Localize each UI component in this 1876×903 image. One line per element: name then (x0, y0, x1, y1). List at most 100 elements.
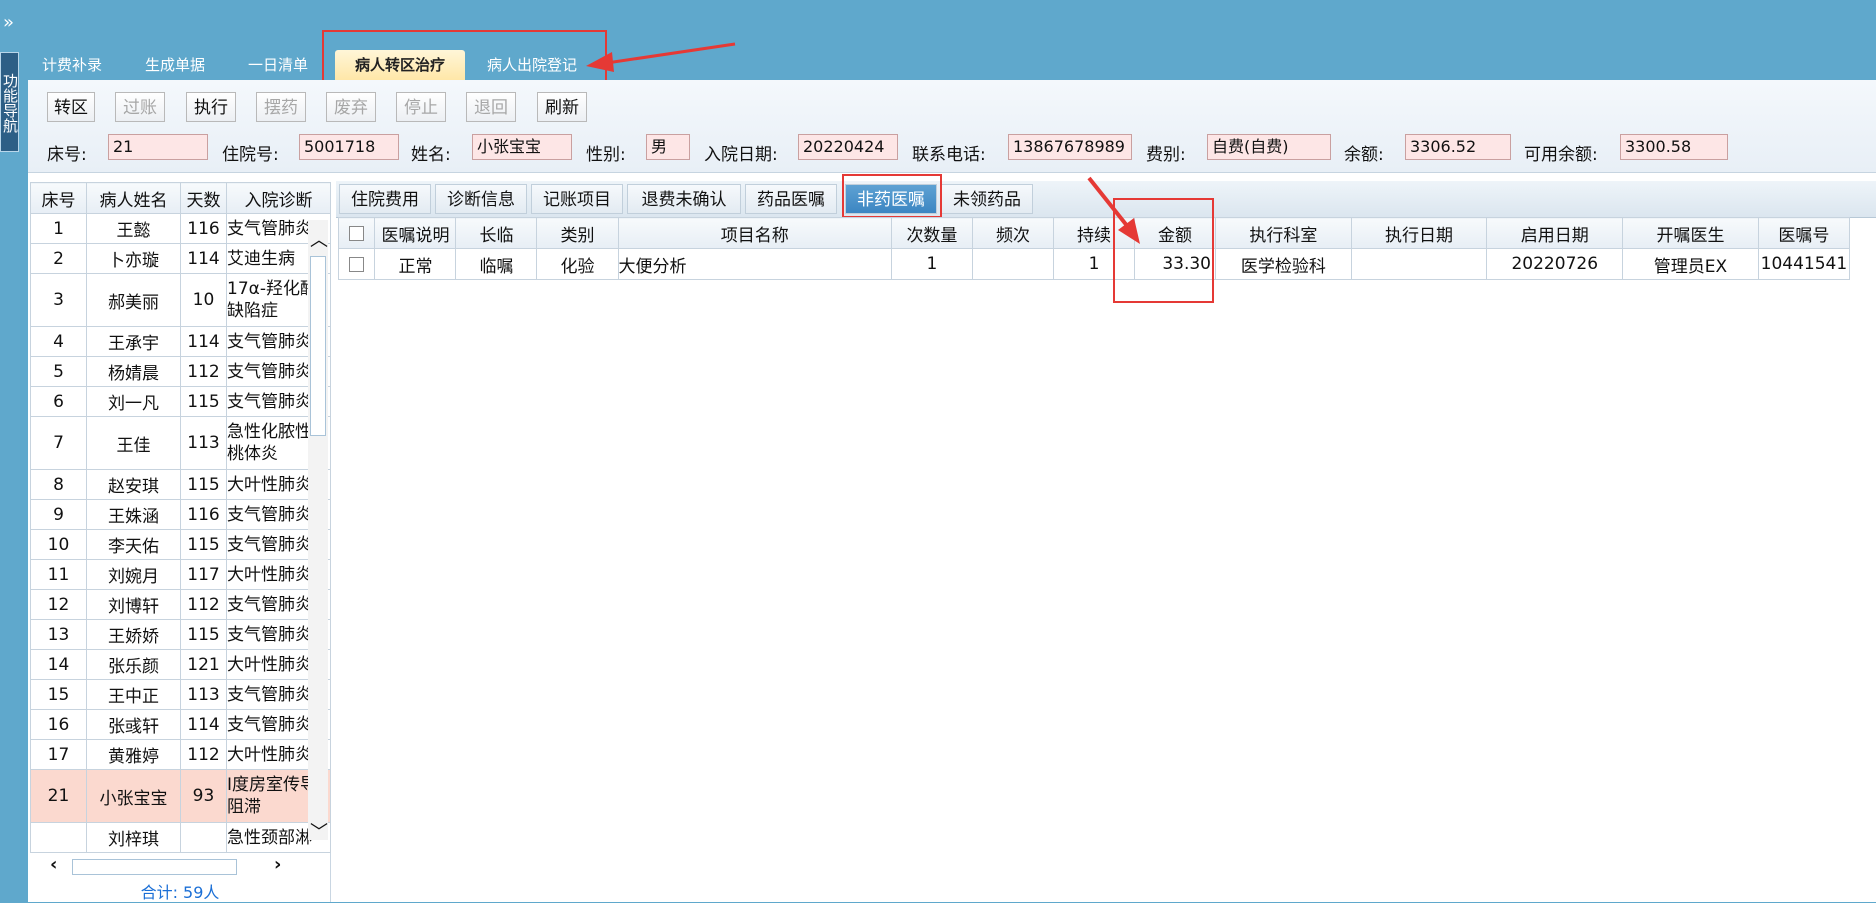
patient-row[interactable]: 6 刘一凡 115 支气管肺炎 (30, 386, 331, 417)
col-exec-dept[interactable]: 执行科室 (1215, 217, 1352, 249)
select-all-checkbox[interactable] (337, 217, 376, 249)
col-exec-date[interactable]: 执行日期 (1350, 217, 1488, 249)
admit-date-field[interactable]: 20220424 (798, 134, 898, 160)
return-button[interactable]: 退回 (466, 92, 516, 122)
patient-row[interactable]: 17 黄雅婷 112 大叶性肺炎 (30, 739, 331, 770)
patient-name-cell: 郝美丽 (86, 273, 181, 327)
patient-row[interactable]: 刘梓琪 急性颈部淋 (30, 822, 331, 853)
patient-row[interactable]: 1 王懿 116 支气管肺炎 (30, 213, 331, 244)
tab-unclaimed-drugs[interactable]: 未领药品 (941, 184, 1033, 214)
days-cell: 93 (180, 769, 227, 823)
transfer-button[interactable]: 转区 (47, 92, 95, 122)
bed-cell: 10 (30, 529, 87, 560)
bed-label: 床号: (47, 145, 87, 165)
patient-row[interactable]: 16 张彧轩 114 支气管肺炎 (30, 709, 331, 740)
patient-name-cell: 张乐颜 (86, 649, 181, 680)
phone-label: 联系电话: (912, 145, 986, 165)
name-field[interactable]: 小张宝宝 (472, 134, 572, 160)
tab-billing-supplement[interactable]: 计费补录 (42, 52, 102, 78)
patient-list-hscroll-thumb[interactable] (72, 859, 237, 875)
table-row[interactable]: 正常 临嘱 化验 大便分析 1 1 33.30 医学检验科 20220726 管… (337, 248, 1851, 280)
bed-cell: 3 (30, 273, 87, 327)
scroll-down-icon[interactable]: ﹀ (310, 818, 328, 844)
orders-panel: 医嘱说明 长临 类别 项目名称 次数量 频次 持续 金额 执行科室 执行日期 启… (337, 217, 1851, 280)
patient-row[interactable]: 11 刘婉月 117 大叶性肺炎 (30, 559, 331, 590)
patient-list-vscroll-thumb[interactable] (310, 256, 326, 436)
patient-row[interactable]: 13 王娇娇 115 支气管肺炎 (30, 619, 331, 650)
tab-drug-orders[interactable]: 药品医嘱 (745, 184, 837, 214)
stop-button[interactable]: 停止 (396, 92, 446, 122)
balance-label: 余额: (1344, 145, 1384, 165)
admit-date-label: 入院日期: (704, 145, 778, 165)
tab-inpatient-fees[interactable]: 住院费用 (339, 184, 431, 214)
balance-field[interactable]: 3306.52 (1405, 134, 1511, 160)
phone-field[interactable]: 13867678989 (1008, 134, 1132, 160)
tab-generate-documents[interactable]: 生成单据 (145, 52, 205, 78)
col-patient-name[interactable]: 病人姓名 (86, 182, 181, 214)
category-cell: 化验 (536, 248, 619, 280)
patient-name-cell: 王中正 (86, 679, 181, 710)
patient-name-cell: 刘博轩 (86, 589, 181, 620)
days-cell: 112 (180, 589, 227, 620)
tab-refund-unconfirmed[interactable]: 退费未确认 (627, 184, 741, 214)
col-order-no[interactable]: 医嘱号 (1757, 217, 1851, 249)
discard-button[interactable]: 废弃 (326, 92, 376, 122)
col-order-desc[interactable]: 医嘱说明 (374, 217, 457, 249)
patient-row[interactable]: 2 卜亦璇 114 艾迪生病 (30, 243, 331, 274)
tab-accounting-items[interactable]: 记账项目 (531, 184, 623, 214)
patient-row[interactable]: 3 郝美丽 10 17α-羟化酶缺陷症 (30, 273, 331, 327)
dispense-button[interactable]: 摆药 (256, 92, 306, 122)
col-bed[interactable]: 床号 (30, 182, 87, 214)
function-nav-tab[interactable]: 功能导航 (0, 52, 19, 152)
col-diagnosis[interactable]: 入院诊断 (226, 182, 331, 214)
patient-name-cell: 黄雅婷 (86, 739, 181, 770)
col-frequency[interactable]: 频次 (971, 217, 1054, 249)
patient-name-cell: 张彧轩 (86, 709, 181, 740)
patient-row[interactable]: 9 王姝涵 116 支气管肺炎 (30, 499, 331, 530)
days-cell: 113 (180, 679, 227, 710)
post-button[interactable]: 过账 (115, 92, 165, 122)
tab-daily-list[interactable]: 一日清单 (248, 52, 308, 78)
col-category[interactable]: 类别 (536, 217, 619, 249)
fee-type-field[interactable]: 自费(自费) (1207, 134, 1331, 160)
patient-row[interactable]: 14 张乐颜 121 大叶性肺炎 (30, 649, 331, 680)
patient-row[interactable]: 21 小张宝宝 93 Ⅰ度房室传导阻滞 (30, 769, 331, 823)
days-cell: 10 (180, 273, 227, 327)
tab-diagnosis-info[interactable]: 诊断信息 (435, 184, 527, 214)
patient-name-cell: 刘婉月 (86, 559, 181, 590)
expand-nav-icon[interactable]: » (3, 12, 14, 33)
patient-row[interactable]: 4 王承宇 114 支气管肺炎 (30, 326, 331, 357)
patient-row[interactable]: 7 王佳 113 急性化脓性扁桃体炎 (30, 416, 331, 470)
bed-cell: 12 (30, 589, 87, 620)
patient-row[interactable]: 5 杨婧晨 112 支气管肺炎 (30, 356, 331, 387)
patient-name-cell: 杨婧晨 (86, 356, 181, 387)
refresh-button[interactable]: 刷新 (537, 92, 587, 122)
patient-row[interactable]: 15 王中正 113 支气管肺炎 (30, 679, 331, 710)
patient-row[interactable]: 8 赵安琪 115 大叶性肺炎 (30, 469, 331, 500)
patient-name-cell: 赵安琪 (86, 469, 181, 500)
order-no-cell: 10441541 (1757, 248, 1851, 280)
bed-cell: 2 (30, 243, 87, 274)
col-doctor[interactable]: 开嘱医生 (1622, 217, 1759, 249)
highlight-box-subtab (842, 174, 942, 218)
scroll-right-icon[interactable]: › (274, 854, 281, 875)
col-quantity[interactable]: 次数量 (890, 217, 973, 249)
days-cell: 112 (180, 356, 227, 387)
inpatient-no-field[interactable]: 5001718 (299, 134, 399, 160)
execute-button[interactable]: 执行 (186, 92, 236, 122)
gender-field[interactable]: 男 (646, 134, 690, 160)
col-start-date[interactable]: 启用日期 (1486, 217, 1624, 249)
patient-row[interactable]: 10 李天佑 115 支气管肺炎 (30, 529, 331, 560)
col-long-temp[interactable]: 长临 (455, 217, 538, 249)
available-balance-field[interactable]: 3300.58 (1620, 134, 1728, 160)
inpatient-no-label: 住院号: (222, 145, 279, 165)
row-checkbox[interactable] (337, 248, 376, 280)
col-item-name[interactable]: 项目名称 (617, 217, 892, 249)
patient-row[interactable]: 12 刘博轩 112 支气管肺炎 (30, 589, 331, 620)
doctor-cell: 管理员EX (1622, 248, 1759, 280)
bed-cell: 9 (30, 499, 87, 530)
col-days[interactable]: 天数 (180, 182, 227, 214)
scroll-left-icon[interactable]: ‹ (50, 854, 57, 875)
scroll-up-icon[interactable]: ︿ (310, 226, 328, 252)
bed-field[interactable]: 21 (108, 134, 208, 160)
